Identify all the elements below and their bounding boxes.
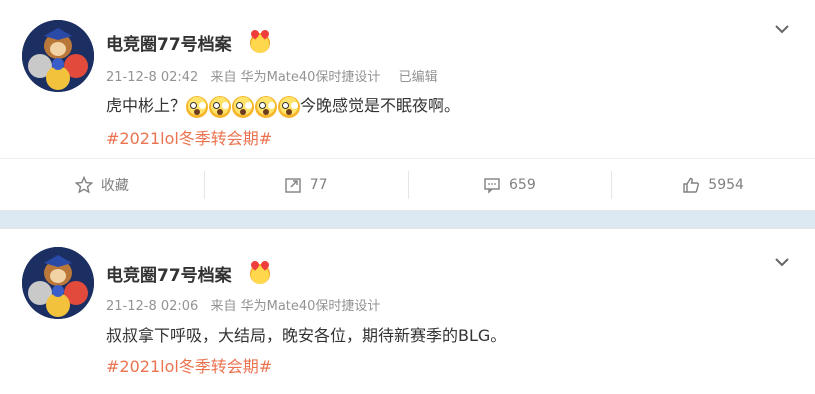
post-source: 来自 华为Mate40保时捷设计: [210, 299, 381, 314]
shocked-face-icon: [278, 95, 301, 118]
author-name[interactable]: 电竞圈77号档案: [106, 261, 232, 286]
comment-icon: [484, 178, 500, 194]
shocked-face-icon: [255, 95, 278, 118]
shocked-face-icon: [209, 95, 232, 118]
chevron-down-icon[interactable]: [775, 255, 789, 269]
edited-label[interactable]: 已编辑: [399, 70, 438, 85]
post-meta: 21-12-8 02:42 来自 华为Mate40保时捷设计 已编辑: [106, 66, 446, 85]
like-icon: [683, 177, 700, 193]
star-icon: [74, 176, 93, 194]
emoji-group: [186, 95, 301, 118]
favorite-button[interactable]: 收藏: [0, 159, 204, 211]
post-text: 虎中彬上？ 今晚感觉是不眠夜啊。: [106, 92, 460, 118]
shocked-face-icon: [232, 95, 255, 118]
vip-badge-icon: [250, 264, 270, 284]
post-text: 叔叔拿下呼吸，大结局，晚安各位，期待新赛季的BLG。: [106, 326, 507, 345]
like-count: 5954: [708, 177, 744, 193]
post-text-start: 虎中彬上？: [106, 96, 187, 115]
topic-link[interactable]: #2021lol冬季转会期#: [106, 353, 272, 377]
avatar[interactable]: [22, 247, 94, 319]
post-card: 电竞圈77号档案 21-12-8 02:42 来自 华为Mate40保时捷设计 …: [0, 0, 815, 211]
post-meta: 21-12-8 02:06 来自 华为Mate40保时捷设计: [106, 295, 388, 314]
post-time[interactable]: 21-12-8 02:06: [106, 299, 198, 314]
comment-count: 659: [509, 177, 536, 193]
chevron-down-icon[interactable]: [775, 22, 789, 36]
favorite-label: 收藏: [100, 178, 129, 194]
repost-button[interactable]: 77: [203, 159, 408, 211]
shocked-face-icon: [186, 95, 209, 118]
post-card: 电竞圈77号档案 21-12-8 02:06 来自 华为Mate40保时捷设计 …: [0, 228, 815, 394]
author-name[interactable]: 电竞圈77号档案: [106, 30, 232, 55]
vip-badge-icon: [250, 33, 270, 53]
comment-button[interactable]: 659: [407, 159, 612, 211]
like-button[interactable]: 5954: [611, 159, 815, 211]
post-text-end: 今晚感觉是不眠夜啊。: [300, 96, 461, 115]
topic-link[interactable]: #2021lol冬季转会期#: [106, 125, 272, 149]
avatar[interactable]: [22, 20, 94, 92]
post-time[interactable]: 21-12-8 02:42: [106, 70, 198, 85]
post-source: 来自 华为Mate40保时捷设计: [210, 70, 381, 85]
repost-count: 77: [309, 177, 328, 193]
repost-icon: [285, 178, 301, 193]
action-bar: 收藏 77 659 5954: [0, 158, 815, 211]
